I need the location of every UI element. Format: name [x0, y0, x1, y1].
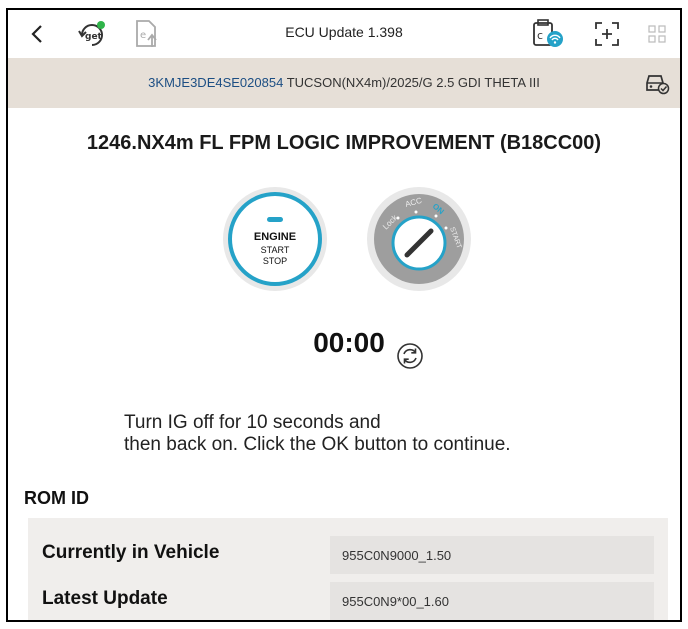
vci-connection-icon: c: [533, 19, 563, 47]
table-row: Latest Update 955C0N9*00_1.60: [28, 576, 668, 620]
update-title: 1246.NX4m FL FPM LOGIC IMPROVEMENT (B18C…: [86, 132, 602, 154]
vci-button[interactable]: c: [530, 18, 566, 50]
engine-start-stop-icon: ENGINE START STOP: [223, 187, 327, 291]
table-row: Currently in Vehicle 955C0N9000_1.50: [28, 530, 668, 574]
current-rom-label: Currently in Vehicle: [42, 542, 220, 563]
start-label: START: [261, 245, 290, 255]
engine-label: ENGINE: [254, 231, 296, 243]
svg-text:c: c: [537, 29, 543, 42]
refresh-icon: [397, 343, 423, 369]
ecu-update-screen: get e ECU Update 1.398 c 3KMJE3DE4SE0208…: [6, 8, 682, 622]
top-bar: get e ECU Update 1.398 c: [8, 10, 680, 58]
vehicle-info: 3KMJE3DE4SE020854 TUCSON(NX4m)/2025/G 2.…: [8, 75, 680, 90]
instruction-line-2: then back on. Click the OK button to con…: [124, 434, 511, 455]
screen-capture-button[interactable]: [592, 18, 622, 50]
vehicle-status-button[interactable]: [644, 71, 670, 95]
vehicle-info-bar: 3KMJE3DE4SE020854 TUCSON(NX4m)/2025/G 2.…: [8, 58, 680, 108]
rom-id-table: Currently in Vehicle 955C0N9000_1.50 Lat…: [28, 518, 668, 620]
refresh-button[interactable]: [396, 342, 424, 370]
countdown-timer: 00:00: [313, 327, 385, 358]
grid-menu-icon: [648, 25, 666, 43]
vehicle-model: TUCSON(NX4m)/2025/G 2.5 GDI THETA III: [286, 75, 540, 90]
vehicle-status-icon: [646, 75, 670, 95]
grid-menu-button[interactable]: [646, 18, 668, 50]
screen-capture-icon: [595, 22, 619, 46]
instruction-text: Turn IG off for 10 seconds and then back…: [124, 412, 511, 456]
stop-label: STOP: [263, 256, 287, 266]
ignition-key-icon: Lock ACC ON START: [367, 187, 471, 291]
current-rom-value: 955C0N9000_1.50: [330, 536, 654, 574]
latest-rom-label: Latest Update: [42, 588, 168, 609]
page-title: ECU Update 1.398: [285, 24, 403, 40]
latest-rom-value: 955C0N9*00_1.60: [330, 582, 654, 620]
instruction-line-1: Turn IG off for 10 seconds and: [124, 412, 381, 433]
vin-number: 3KMJE3DE4SE020854: [148, 75, 284, 90]
rom-id-heading: ROM ID: [24, 488, 89, 508]
